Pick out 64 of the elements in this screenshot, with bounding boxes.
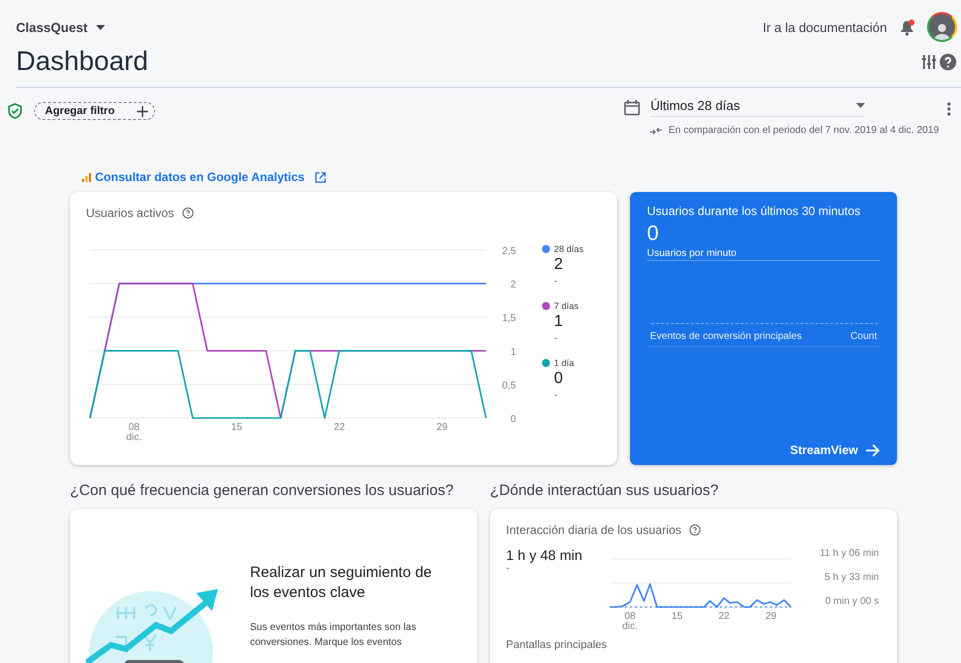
y-axis-label: 0 min y 00 s xyxy=(825,596,879,607)
y-axis-label: 5 h y 33 min xyxy=(824,572,879,583)
y-axis-label: 11 h y 06 min xyxy=(820,548,879,559)
card-description: Sus eventos más importantes son las conversiones. Marque los eventos xyxy=(250,621,418,650)
external-link-icon[interactable] xyxy=(314,172,326,182)
x-tick-label: 29 xyxy=(436,422,448,433)
legend-label: 28 días xyxy=(554,244,584,254)
legend-label: 7 días xyxy=(554,301,579,311)
avatar[interactable] xyxy=(927,12,957,42)
add-filter-button[interactable]: Agregar filtro xyxy=(34,102,155,120)
help-icon[interactable] xyxy=(689,524,702,536)
realtime-subtitle: Usuarios por minuto xyxy=(647,248,880,261)
y-tick-label: 2,5 xyxy=(502,246,516,257)
plus-icon xyxy=(136,106,148,116)
x-tick-label: 08 dic. xyxy=(126,422,142,443)
x-axis-label: 15 xyxy=(671,611,683,622)
x-tick-label: 15 xyxy=(231,422,242,433)
legend-change: - xyxy=(554,390,558,401)
google-analytics-link[interactable]: Consultar datos en Google Analytics xyxy=(95,170,305,184)
page-title: Dashboard xyxy=(16,46,148,77)
card-title: Usuarios durante los últimos 30 minutos xyxy=(647,204,862,218)
realtime-value: 0 xyxy=(647,222,660,246)
x-axis-label: 08 dic. xyxy=(622,611,638,632)
column-header: Count xyxy=(850,331,877,342)
calendar-icon xyxy=(624,100,640,116)
shield-check-icon xyxy=(8,103,22,119)
more-options-icon[interactable] xyxy=(947,102,951,116)
compare-arrows-icon xyxy=(650,126,662,134)
section-heading: ¿Con qué frecuencia generan conversiones los usuarios? xyxy=(70,482,455,499)
y-tick-label: 2 xyxy=(510,280,516,291)
engagement-value: 1 h y 48 min xyxy=(506,547,584,563)
comparison-text: En comparación con el periodo del 7 nov. 2019 al 4 dic. 2019 xyxy=(668,125,939,136)
card-title: Interacción diaria de los usuarios xyxy=(506,523,682,537)
property-selector[interactable]: ClassQuest xyxy=(16,20,105,34)
bar-chart-icon xyxy=(82,172,91,182)
help-icon[interactable] xyxy=(939,52,957,70)
legend-value: 1 xyxy=(554,313,564,331)
y-tick-label: 0 xyxy=(510,414,516,425)
section-heading: ¿Dónde interactúan sus usuarios? xyxy=(490,482,720,499)
card-title: Realizar un seguimiento de los eventos clave xyxy=(250,563,433,602)
legend-change: - xyxy=(554,276,558,287)
engagement-change: - xyxy=(506,563,510,574)
bell-icon[interactable] xyxy=(899,18,915,36)
caret-icon xyxy=(96,24,105,30)
documentation-link[interactable]: Ir a la documentación xyxy=(762,20,887,34)
card-title: Usuarios activos xyxy=(86,206,174,220)
help-icon[interactable] xyxy=(182,207,194,219)
streamview-link[interactable]: StreamView xyxy=(790,443,880,457)
y-tick-label: 1,5 xyxy=(502,313,516,324)
legend-change: - xyxy=(554,333,558,344)
y-tick-label: 1 xyxy=(510,346,516,358)
date-range-select[interactable]: Últimos 28 días xyxy=(650,98,866,117)
y-tick-label: 0,5 xyxy=(502,380,516,392)
subsection-title: Pantallas principales xyxy=(506,639,608,651)
legend-value: 0 xyxy=(554,370,564,388)
legend-value: 2 xyxy=(554,256,564,274)
arrow-right-icon xyxy=(866,444,880,456)
column-header: Eventos de conversión principales xyxy=(650,331,802,342)
x-axis-label: 22 xyxy=(718,611,730,622)
sliders-icon[interactable] xyxy=(921,54,937,70)
legend-label: 1 día xyxy=(554,358,574,368)
x-tick-label: 22 xyxy=(334,422,345,433)
caret-icon xyxy=(856,103,866,108)
x-axis-label: 29 xyxy=(765,611,777,622)
